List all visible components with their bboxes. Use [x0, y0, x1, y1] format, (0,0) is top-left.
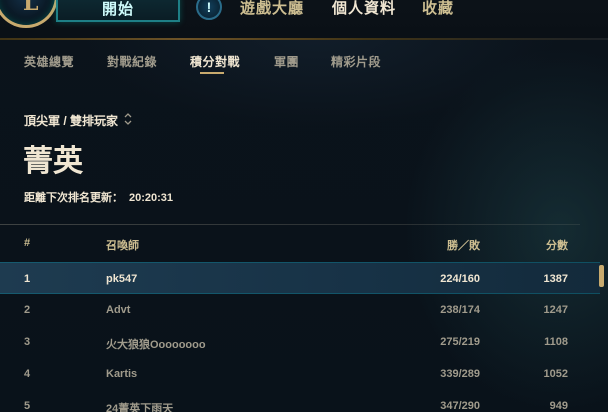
row-summoner-name: pk547: [106, 273, 138, 285]
header-summoner: 召喚師: [106, 240, 139, 252]
row-rank: 4: [24, 368, 31, 380]
tab-clash[interactable]: 軍團: [274, 53, 299, 70]
nav-item-profile[interactable]: 個人資料: [332, 0, 396, 18]
row-win-loss: 347/290: [440, 400, 480, 412]
play-button-label: 開始: [101, 0, 134, 18]
countdown-label: 距離下次排名更新：: [24, 192, 123, 204]
row-summoner-name: 24菁英下雨天: [106, 403, 174, 412]
league-logo[interactable]: L: [0, 0, 58, 28]
row-summoner-name: Advt: [106, 304, 131, 316]
top-navigation-bar: L 開始 ! 遊戲大廳 個人資料 收藏: [0, 0, 608, 38]
tab-match-history[interactable]: 對戰紀錄: [107, 53, 157, 70]
tab-champions[interactable]: 英雄總覽: [24, 53, 74, 70]
alert-symbol: !: [206, 0, 212, 15]
nav-item-lobby[interactable]: 遊戲大廳: [240, 0, 304, 18]
row-points: 1387: [543, 273, 568, 285]
table-row[interactable]: 5 24菁英下雨天 347/290 949: [0, 390, 600, 412]
active-tab-indicator: [200, 72, 224, 74]
header-points: 分數: [546, 240, 568, 252]
row-win-loss: 275/219: [440, 336, 480, 348]
row-rank: 1: [24, 273, 31, 285]
sort-toggle-icon: [124, 113, 134, 128]
top-nav-divider: [0, 38, 608, 40]
row-points: 949: [549, 400, 568, 412]
row-rank: 3: [24, 336, 31, 348]
table-row[interactable]: 3 火大狼狼Oooooooo 275/219 1108: [0, 326, 600, 358]
ladder-table-body: 1 pk547 224/160 1387 2 Advt 238/174 1247…: [0, 262, 608, 412]
row-rank: 2: [24, 304, 31, 316]
profile-sub-navigation: 英雄總覽 對戰紀錄 積分對戰 軍團 精彩片段: [0, 44, 608, 76]
logo-l-icon: L: [23, 0, 39, 16]
row-win-loss: 339/289: [440, 368, 480, 380]
row-points: 1108: [544, 336, 568, 348]
ladder-table-header: # 召喚師 勝／敗 分數: [0, 237, 608, 257]
row-points: 1247: [543, 304, 568, 316]
table-row[interactable]: 1 pk547 224/160 1387: [0, 262, 600, 294]
countdown-time: 20:20:31: [129, 192, 174, 204]
row-win-loss: 238/174: [440, 304, 480, 316]
tab-highlights[interactable]: 精彩片段: [331, 53, 381, 70]
play-button[interactable]: 開始: [56, 0, 180, 22]
tab-ranked[interactable]: 積分對戰: [190, 53, 240, 70]
queue-selector[interactable]: 頂尖軍 / 雙排玩家: [24, 112, 134, 129]
ranking-update-countdown: 距離下次排名更新： 20:20:31: [24, 189, 173, 205]
queue-selector-label: 頂尖軍 / 雙排玩家: [24, 114, 119, 128]
tier-title: 菁英: [23, 145, 83, 178]
row-rank: 5: [24, 400, 31, 412]
alert-icon[interactable]: !: [196, 0, 222, 20]
header-win-loss: 勝／敗: [447, 240, 480, 252]
table-divider: [0, 224, 580, 225]
nav-item-collection[interactable]: 收藏: [422, 0, 454, 18]
row-win-loss: 224/160: [440, 273, 480, 285]
row-summoner-name: Kartis: [106, 368, 138, 380]
row-summoner-name: 火大狼狼Oooooooo: [106, 339, 206, 351]
table-scrollbar[interactable]: [599, 265, 604, 287]
row-points: 1052: [543, 368, 568, 380]
table-row[interactable]: 2 Advt 238/174 1247: [0, 294, 600, 326]
header-rank: #: [24, 237, 31, 249]
table-row[interactable]: 4 Kartis 339/289 1052: [0, 358, 600, 390]
